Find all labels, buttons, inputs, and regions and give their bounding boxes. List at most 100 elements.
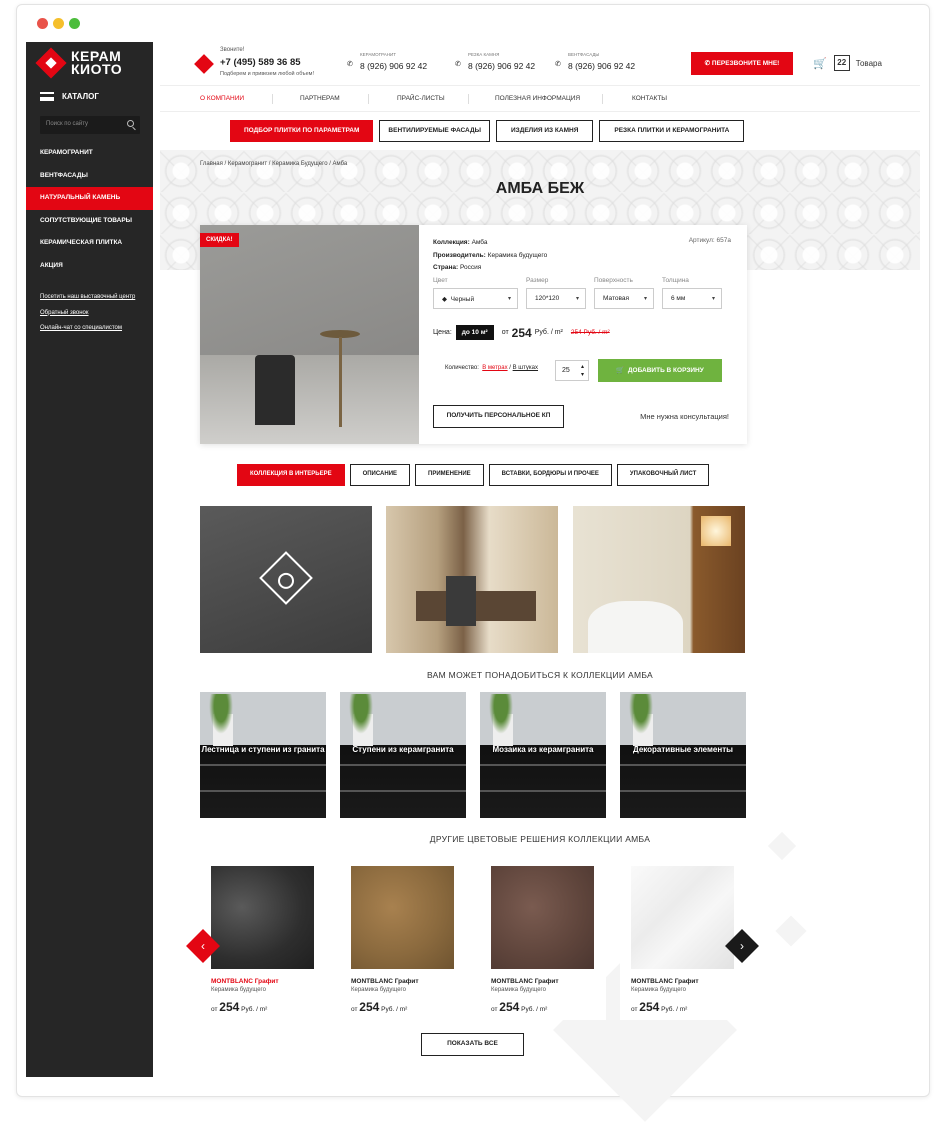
nav-divider xyxy=(468,93,469,104)
gallery-image-3[interactable] xyxy=(573,506,745,653)
show-all-button[interactable]: Показать все xyxy=(421,1033,524,1056)
logo[interactable]: КЕРАМ КИОТО xyxy=(35,47,122,79)
nav-contacts[interactable]: Контакты xyxy=(632,95,667,102)
carousel-prev-button[interactable]: ‹ xyxy=(186,929,220,963)
image-plant xyxy=(349,694,373,734)
phone-icon: ✆ xyxy=(347,61,353,68)
product-card-graphite-4[interactable]: MONTBLANC Графит Керамика будущего от 25… xyxy=(620,854,746,1020)
related-card-mosaic[interactable]: Мозаика из керамгранита xyxy=(480,692,606,818)
tile-cutting-button[interactable]: Резка плитки и керамогранита xyxy=(599,120,745,142)
price-tier-badge[interactable]: до 10 м² xyxy=(455,325,494,340)
chevron-down-icon: ▾ xyxy=(575,296,579,302)
surface-select[interactable]: Матовая ▾ xyxy=(594,288,654,309)
tab-application[interactable]: Применение xyxy=(415,464,484,486)
consultation-link[interactable]: Мне нужна консультация! xyxy=(640,412,729,421)
carousel-next-button[interactable]: › xyxy=(725,929,759,963)
minimize-dot[interactable] xyxy=(53,18,64,29)
image-lamp xyxy=(701,516,731,546)
link-chat[interactable]: Онлайн-чат со специалистом xyxy=(40,321,135,337)
quantity-stepper[interactable]: 25 ▴ ▾ xyxy=(555,360,589,381)
nav-divider xyxy=(272,93,273,104)
nav-partners[interactable]: Партнерам xyxy=(300,95,340,102)
image-step xyxy=(620,764,746,766)
nav-useful[interactable]: Полезная информация xyxy=(495,95,580,102)
thickness-value: 6 мм xyxy=(671,295,686,302)
price-from: от xyxy=(491,1006,498,1013)
price-value: 254 xyxy=(499,1000,520,1014)
tab-packing[interactable]: Упаковочный лист xyxy=(616,464,710,486)
sidebar-item-ceramic-granite[interactable]: Керамогранит xyxy=(26,142,153,165)
chevron-down-icon: ▾ xyxy=(711,296,715,302)
search-icon[interactable] xyxy=(127,120,134,127)
sidebar-item-related-goods[interactable]: Сопутствующие товары xyxy=(26,210,153,233)
sale-badge: Скидка! xyxy=(200,233,239,247)
tab-description[interactable]: Описание xyxy=(349,464,411,486)
phone-ceramic[interactable]: ✆ КЕРАМОГРАНИТ 8 (926) 906 92 42 xyxy=(347,52,427,71)
nav-pricelists[interactable]: Прайс-листы xyxy=(397,95,445,102)
qty-mode-pieces[interactable]: В штуках xyxy=(513,365,538,371)
add-to-cart-button[interactable]: 🛒 Добавить в корзину xyxy=(598,359,722,382)
price-unit: Руб. / m² xyxy=(534,329,563,336)
related-card-porcelain-steps[interactable]: Ступени из керамгранита xyxy=(340,692,466,818)
phone-icon xyxy=(194,54,214,74)
image-furniture xyxy=(416,591,536,621)
facades-button[interactable]: Вентилируемые фасады xyxy=(379,120,490,142)
price-label: Цена: xyxy=(433,329,452,336)
sidebar-links: Посетить наш выставочный центр Обратный … xyxy=(40,290,135,337)
tab-collection-interior[interactable]: Коллекция в интерьере xyxy=(237,464,345,486)
gallery-image-1[interactable] xyxy=(200,506,372,653)
chevron-right-icon: › xyxy=(740,939,744,953)
search-placeholder: Поиск по сайту xyxy=(46,121,89,127)
catalog-label: КАТАЛОГ xyxy=(62,92,99,101)
link-showroom[interactable]: Посетить наш выставочный центр xyxy=(40,290,135,306)
phone-icon: ✆ xyxy=(455,61,461,68)
call-sub: Подберем и привезем любой объем! xyxy=(220,71,314,77)
image-step xyxy=(340,764,466,766)
sidebar-item-ceramic-tile[interactable]: Керамическая плитка xyxy=(26,232,153,255)
nav-about[interactable]: О компании xyxy=(200,95,244,102)
sidebar-item-promo[interactable]: Акция xyxy=(26,255,153,278)
maximize-dot[interactable] xyxy=(69,18,80,29)
tab-inserts[interactable]: Вставки, бордюры и прочее xyxy=(488,464,612,486)
price-unit: Руб. / m² xyxy=(521,1006,548,1013)
main-phone[interactable]: +7 (495) 589 36 85 xyxy=(220,57,301,68)
maker-value: Керамика будущего xyxy=(487,251,548,259)
thickness-select[interactable]: 6 мм ▾ xyxy=(662,288,722,309)
phone-facades[interactable]: ✆ ВЕНТФАСАДЫ 8 (926) 906 92 42 xyxy=(555,52,636,71)
product-card-graphite-1[interactable]: MONTBLANC Графит Керамика будущего от 25… xyxy=(200,854,326,1020)
get-kp-button[interactable]: Получить персональное КП xyxy=(433,405,564,428)
breadcrumb[interactable]: Главная / Керамогранит / Керамика Будуще… xyxy=(200,161,347,167)
link-callback[interactable]: Обратный звонок xyxy=(40,306,135,322)
phone-stone-cutting[interactable]: ✆ РЕЗКА КАМНЯ 8 (926) 906 92 42 xyxy=(455,52,535,71)
product-card-graphite-2[interactable]: MONTBLANC Графит Керамика будущего от 25… xyxy=(340,854,466,1020)
product-swatch xyxy=(631,866,734,969)
size-select[interactable]: 120*120 ▾ xyxy=(526,288,586,309)
stepper-arrows-icon[interactable]: ▴ ▾ xyxy=(581,363,584,379)
eye-icon[interactable] xyxy=(259,551,313,605)
sidebar-item-natural-stone[interactable]: Натуральный камень xyxy=(26,187,153,210)
callback-button[interactable]: ✆ Перезвоните мне! xyxy=(691,52,793,75)
phone-number: 8 (926) 906 92 42 xyxy=(568,61,636,71)
sidebar-search-input[interactable]: Поиск по сайту xyxy=(40,116,140,134)
quantity-row: Количество: В метрах / В штуках xyxy=(445,365,538,371)
gallery-image-2[interactable] xyxy=(386,506,558,653)
related-card-decor[interactable]: Декоративные элементы xyxy=(620,692,746,818)
collection-value: Амба xyxy=(471,239,488,246)
stone-products-button[interactable]: Изделия из камня xyxy=(495,120,594,142)
qty-mode-meters[interactable]: В метрах xyxy=(482,365,507,371)
price-unit: Руб. / m² xyxy=(241,1006,268,1013)
cart[interactable]: 🛒 22 Товара xyxy=(813,55,882,71)
close-dot[interactable] xyxy=(37,18,48,29)
color-select[interactable]: ◆ Черный ▾ xyxy=(433,288,518,309)
product-image[interactable]: Скидка! xyxy=(200,225,419,444)
related-card-granite-stairs[interactable]: Лестница и ступени из гранита xyxy=(200,692,326,818)
product-card-graphite-3[interactable]: MONTBLANC Графит Керамика будущего от 25… xyxy=(480,854,606,1020)
image-chair xyxy=(255,355,295,425)
image-step xyxy=(200,790,326,792)
tile-picker-button[interactable]: Подбор плитки по параметрам xyxy=(230,120,374,142)
catalog-toggle[interactable]: КАТАЛОГ xyxy=(40,92,99,101)
sidebar: КЕРАМ КИОТО КАТАЛОГ Поиск по сайту Керамо… xyxy=(26,42,153,1077)
image-table-leg xyxy=(339,337,342,427)
color-value: Черный xyxy=(450,296,475,303)
sidebar-item-facades[interactable]: Вентфасады xyxy=(26,165,153,188)
